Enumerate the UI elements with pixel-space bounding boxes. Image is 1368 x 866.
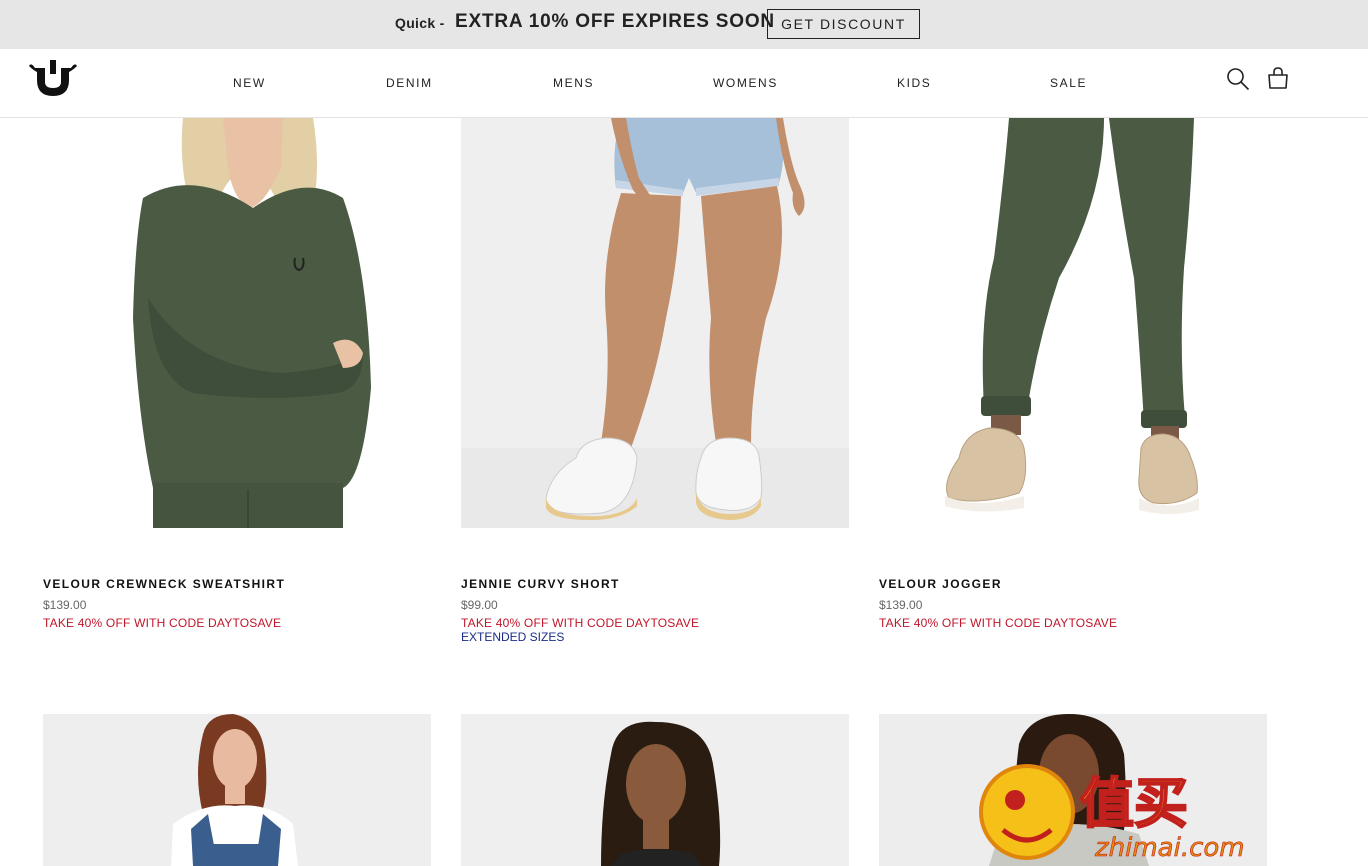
- nav-item-denim[interactable]: DENIM: [386, 76, 433, 90]
- product-image-braids[interactable]: [461, 714, 849, 866]
- model-photo: [43, 714, 431, 866]
- nav-item-kids[interactable]: KIDS: [897, 76, 931, 90]
- watermark-brand: 值买: [1080, 772, 1188, 835]
- product-promo: TAKE 40% OFF WITH CODE DAYTOSAVE: [461, 616, 700, 630]
- search-icon[interactable]: [1226, 67, 1250, 91]
- model-photo: [879, 118, 1267, 528]
- site-header: NEW DENIM MENS WOMENS KIDS SALE: [0, 49, 1368, 118]
- product-price: $139.00: [879, 598, 923, 612]
- promo-quick-label: Quick -: [395, 15, 445, 31]
- get-discount-button[interactable]: GET DISCOUNT: [767, 9, 920, 39]
- product-promo: TAKE 40% OFF WITH CODE DAYTOSAVE: [879, 616, 1118, 630]
- model-photo: [43, 118, 431, 528]
- product-promo: TAKE 40% OFF WITH CODE DAYTOSAVE: [43, 616, 282, 630]
- watermark-domain: zhimai.com: [1094, 833, 1245, 863]
- model-photo: [461, 118, 849, 528]
- product-name[interactable]: VELOUR JOGGER: [879, 577, 1002, 591]
- promo-message: EXTRA 10% OFF EXPIRES SOON: [455, 11, 775, 32]
- product-image-shorts[interactable]: [461, 118, 849, 528]
- horseshoe-logo-icon[interactable]: [27, 58, 79, 100]
- product-image-overalls[interactable]: [43, 714, 431, 866]
- nav-item-mens[interactable]: MENS: [553, 76, 594, 90]
- product-name[interactable]: VELOUR CREWNECK SWEATSHIRT: [43, 577, 285, 591]
- product-name[interactable]: JENNIE CURVY SHORT: [461, 577, 620, 591]
- extended-sizes-link[interactable]: EXTENDED SIZES: [461, 630, 564, 644]
- model-photo: [461, 714, 849, 866]
- shopping-bag-icon[interactable]: [1267, 66, 1289, 90]
- watermark-logo: 值买 zhimai.com: [979, 764, 1245, 863]
- nav-item-womens[interactable]: WOMENS: [713, 76, 778, 90]
- nav-item-new[interactable]: NEW: [233, 76, 266, 90]
- nav-item-sale[interactable]: SALE: [1050, 76, 1087, 90]
- promo-bar: Quick - EXTRA 10% OFF EXPIRES SOON GET D…: [0, 0, 1368, 49]
- product-image-jogger[interactable]: [879, 118, 1267, 528]
- product-price: $139.00: [43, 598, 87, 612]
- product-price: $99.00: [461, 598, 498, 612]
- product-image-sweatshirt[interactable]: [43, 118, 431, 528]
